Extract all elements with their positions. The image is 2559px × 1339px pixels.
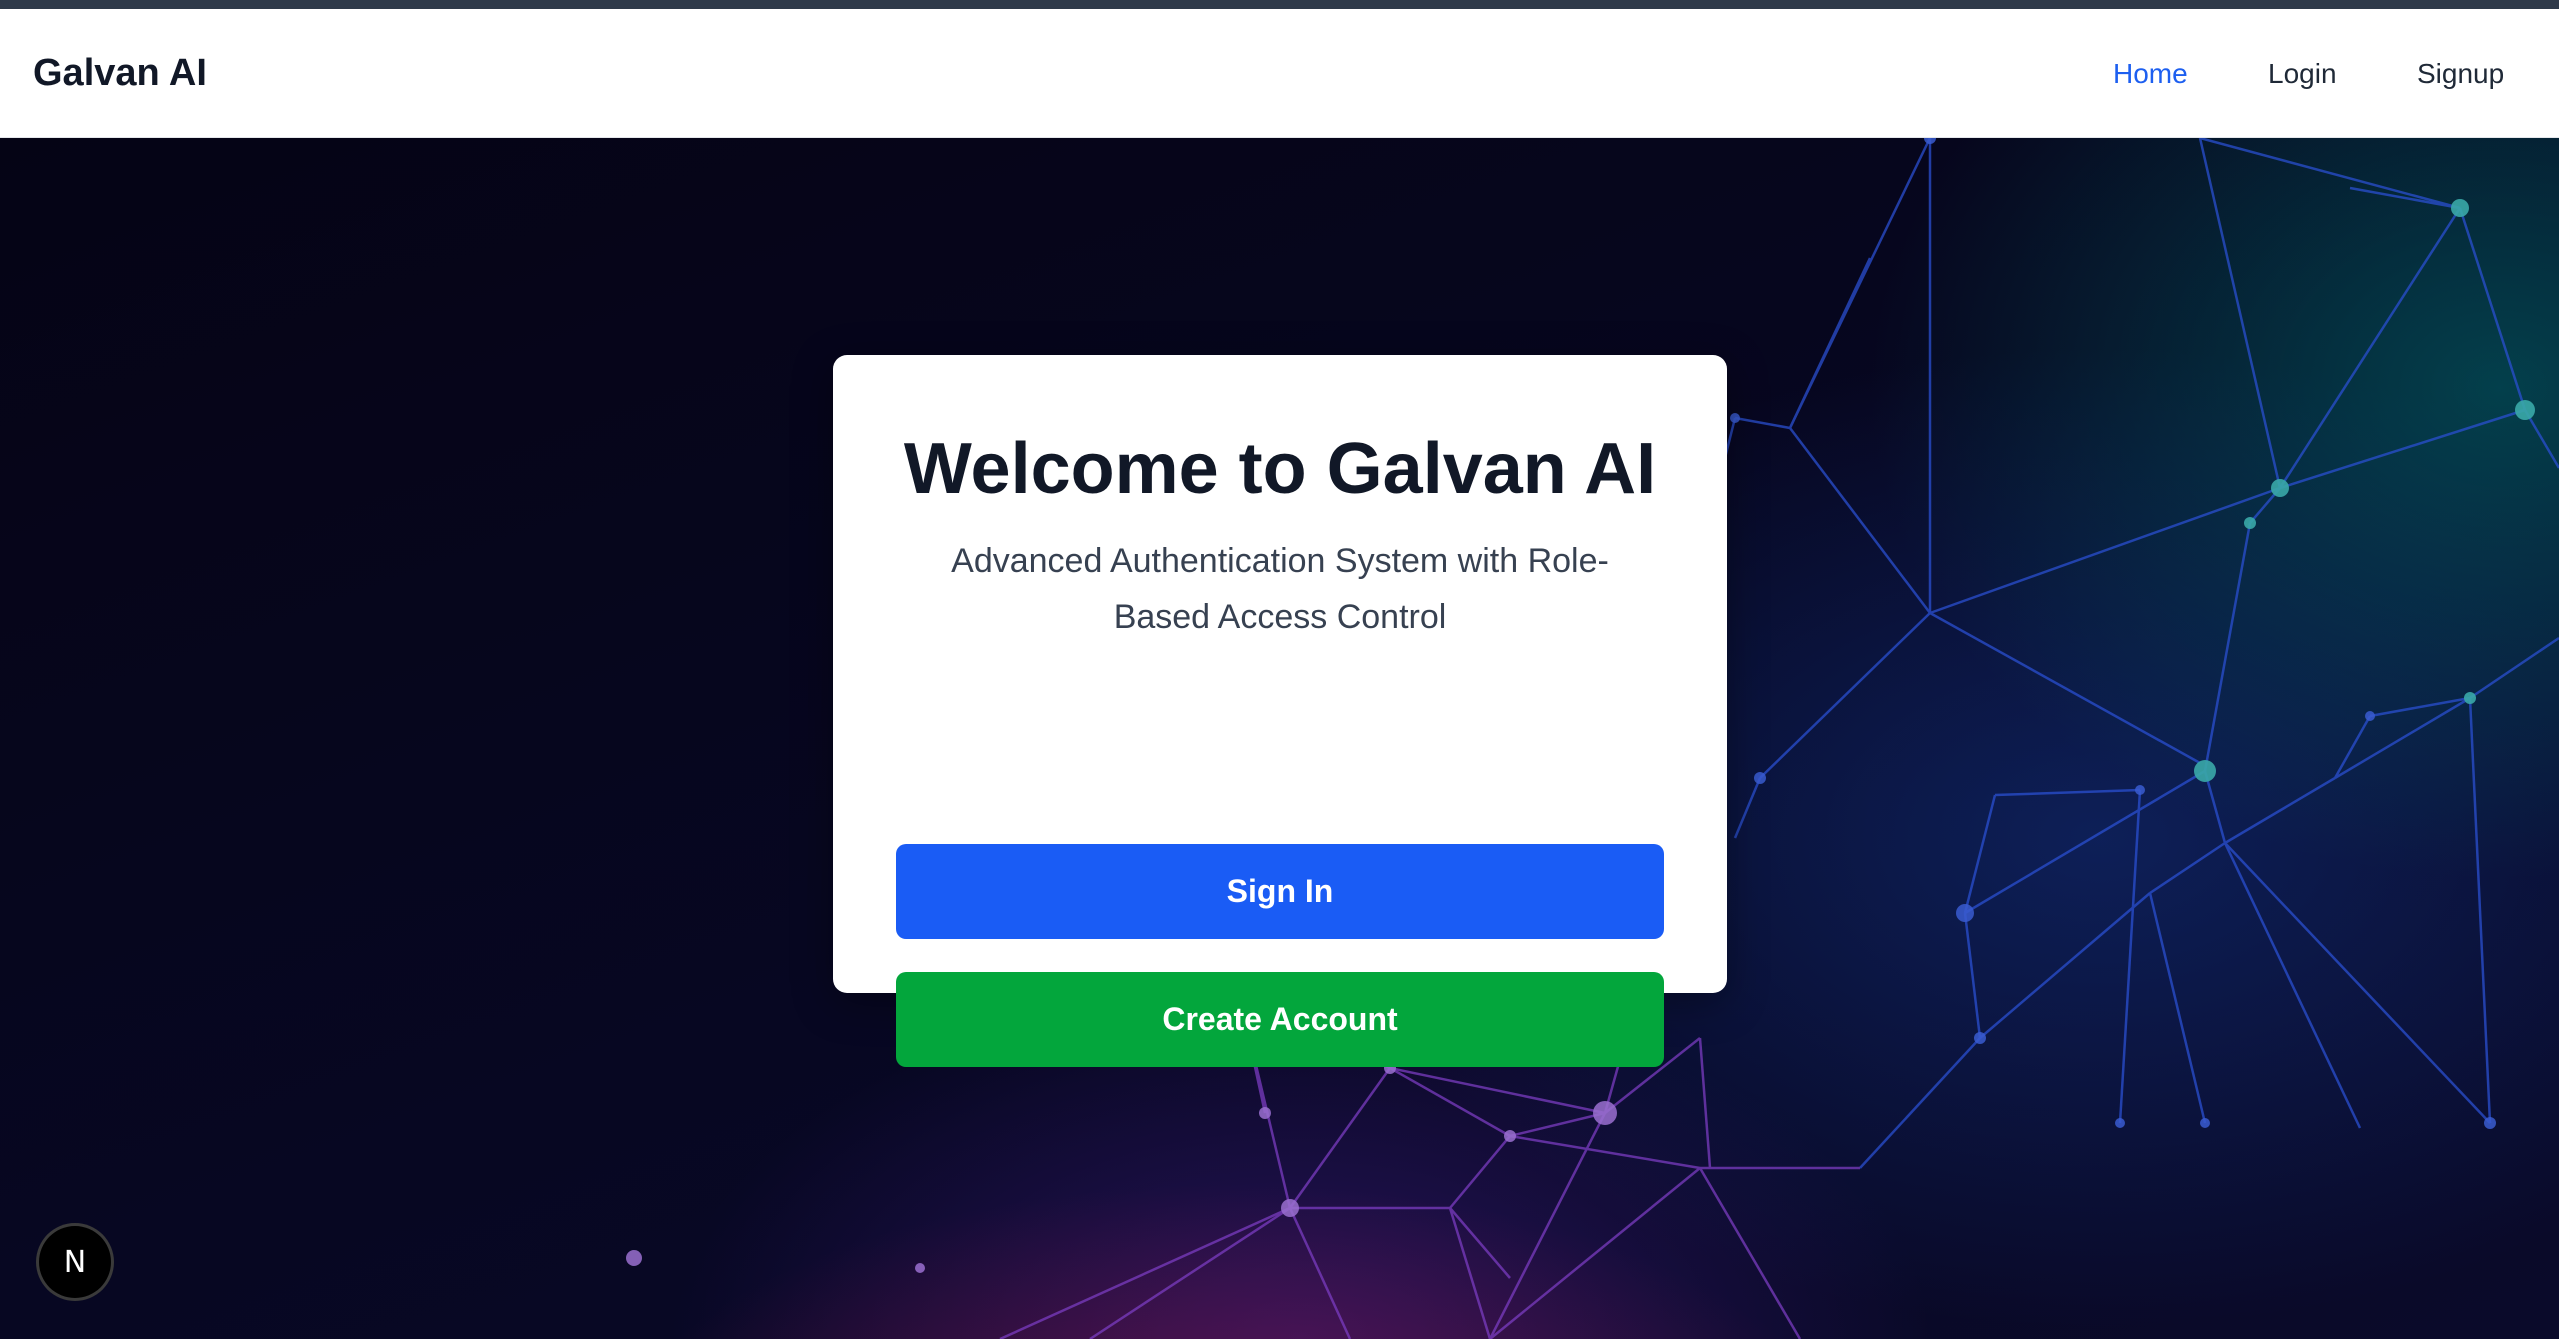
- page-title: Welcome to Galvan AI: [903, 429, 1657, 509]
- nextjs-dev-indicator-button[interactable]: N: [39, 1226, 111, 1298]
- hero-section: Welcome to Galvan AI Advanced Authentica…: [0, 138, 2559, 1339]
- create-account-button[interactable]: Create Account: [896, 972, 1664, 1067]
- top-accent-strip: [0, 0, 2559, 9]
- nav-link-login[interactable]: Login: [2268, 9, 2337, 138]
- nav-link-signup[interactable]: Signup: [2417, 9, 2504, 138]
- brand-logo-text[interactable]: Galvan AI: [33, 9, 207, 138]
- nextjs-icon: N: [63, 1244, 87, 1280]
- nav-link-home[interactable]: Home: [2113, 9, 2188, 138]
- sign-in-button[interactable]: Sign In: [896, 844, 1664, 939]
- welcome-card: Welcome to Galvan AI Advanced Authentica…: [833, 355, 1727, 1067]
- navbar: Galvan AI Home Login Signup: [0, 9, 2559, 138]
- page-subtitle: Advanced Authentication System with Role…: [951, 542, 1609, 636]
